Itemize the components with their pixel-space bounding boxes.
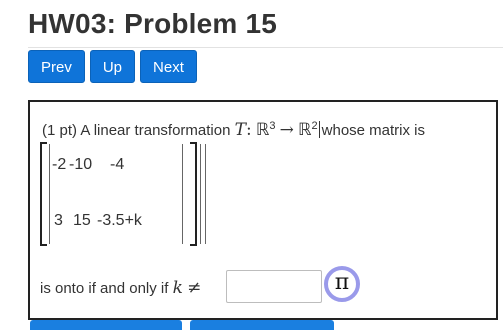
statement-after: whose matrix is — [321, 122, 425, 139]
points-label: (1 pt) — [42, 122, 78, 139]
matrix-left-inner-line — [49, 144, 50, 244]
problem-statement: (1 pt) A linear transformation T: ℝ3 → ℝ… — [42, 120, 425, 140]
matrix-cell-r2c3: -3.5+k — [97, 212, 142, 229]
text-cursor — [318, 121, 320, 138]
title-divider — [28, 47, 503, 48]
page-title: HW03: Problem 15 — [28, 8, 278, 39]
matrix-outer-line-1 — [200, 144, 201, 244]
bottom-button-1[interactable] — [30, 320, 182, 330]
answer-input[interactable] — [226, 270, 322, 303]
matrix-cell-r2c2: 15 — [73, 212, 91, 229]
prev-button[interactable]: Prev — [28, 50, 85, 83]
bottom-button-2[interactable] — [190, 320, 334, 330]
onto-statement: is onto if and only if k ≠ — [40, 278, 201, 298]
math-R-codomain: ℝ — [298, 120, 312, 140]
next-button[interactable]: Next — [140, 50, 197, 83]
statement-intro: A linear transformation — [80, 122, 231, 139]
math-arrow: → — [279, 120, 294, 140]
matrix-cell-r1c3: -4 — [110, 156, 125, 173]
math-R-domain: ℝ — [255, 120, 270, 140]
matrix-right-bracket — [190, 142, 197, 246]
problem-box: (1 pt) A linear transformation T: ℝ3 → ℝ… — [28, 100, 498, 320]
matrix-outer-line-2 — [205, 144, 206, 244]
math-exp-3: 3 — [269, 120, 276, 132]
up-button[interactable]: Up — [89, 50, 136, 83]
math-exp-2: 2 — [311, 120, 318, 132]
math-T: T — [234, 120, 246, 140]
math-colon: : — [245, 120, 252, 140]
pi-button[interactable]: π — [324, 266, 360, 302]
matrix-cell-r1c1: -2 — [52, 156, 67, 173]
matrix-cell-r2c1: 3 — [54, 212, 63, 229]
problem-nav: Prev Up Next — [28, 50, 197, 83]
onto-text: is onto if and only if — [40, 280, 169, 297]
math-neq: ≠ — [187, 278, 202, 298]
matrix-left-bracket — [40, 142, 47, 246]
matrix: -2 -10 -4 3 15 -3.5+k — [40, 142, 210, 246]
math-k: k — [172, 278, 183, 298]
matrix-cell-r1c2: -10 — [69, 156, 93, 173]
matrix-right-inner-line — [182, 144, 183, 244]
pi-icon: π — [334, 270, 350, 295]
